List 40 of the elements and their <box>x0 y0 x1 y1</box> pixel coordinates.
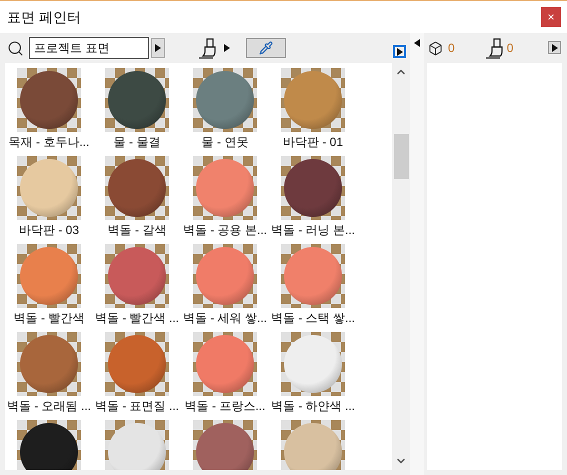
material-label: 벽돌 - 빨간색 ... <box>95 310 179 327</box>
material-label: 벽돌 - 스택 쌓... <box>271 310 355 327</box>
material-label: 벽돌 - 오래됨 ... <box>7 398 91 415</box>
scrollbar-thumb[interactable] <box>394 134 408 179</box>
search-icon <box>7 40 24 56</box>
material-label: 목재 - 호두나... <box>8 134 90 151</box>
material-preview[interactable] <box>17 420 81 470</box>
material-label: 벽돌 - 공용 본... <box>183 222 267 239</box>
material-label: 바닥판 - 03 <box>18 222 79 239</box>
surface-count: 0 <box>448 40 455 57</box>
material-label: 벽돌 - 세워 쌓... <box>183 310 267 327</box>
triangle-left-icon <box>414 39 420 47</box>
triangle-right-icon <box>155 44 161 52</box>
search-menu-button[interactable] <box>151 38 165 58</box>
eyedropper-button[interactable] <box>246 38 286 58</box>
search-field[interactable]: 프로젝트 표면 <box>29 37 149 59</box>
panel-toggle-button[interactable] <box>393 45 406 58</box>
material-label: 물 - 연못 <box>202 134 248 151</box>
material-label: 벽돌 - 하얀색 ... <box>271 398 355 415</box>
material-label: 바닥판 - 01 <box>282 134 343 151</box>
material-label: 물 - 물결 <box>114 134 160 151</box>
paint-brush-button[interactable] <box>198 37 230 59</box>
triangle-right-icon <box>552 44 558 52</box>
material-label: 벽돌 - 러닝 본... <box>271 222 355 239</box>
material-label: 벽돌 - 빨간색 <box>14 310 84 327</box>
material-preview[interactable] <box>105 68 169 132</box>
material-preview[interactable] <box>281 156 345 220</box>
cube-icon <box>428 40 443 56</box>
side-menu-button[interactable] <box>548 41 561 54</box>
triangle-right-icon <box>224 44 230 52</box>
eyedropper-icon <box>259 41 273 55</box>
triangle-right-icon <box>396 48 402 56</box>
material-label: 벽돌 - 표면질 ... <box>95 398 179 415</box>
window-title: 표면 페인터 <box>7 8 81 26</box>
material-label: 벽돌 - 프랑스... <box>184 398 266 415</box>
material-label: 벽돌 - 갈색 <box>108 222 166 239</box>
material-preview[interactable] <box>17 68 81 132</box>
material-preview[interactable] <box>105 156 169 220</box>
close-button[interactable]: × <box>541 7 561 27</box>
paint-count: 0 <box>506 40 514 57</box>
